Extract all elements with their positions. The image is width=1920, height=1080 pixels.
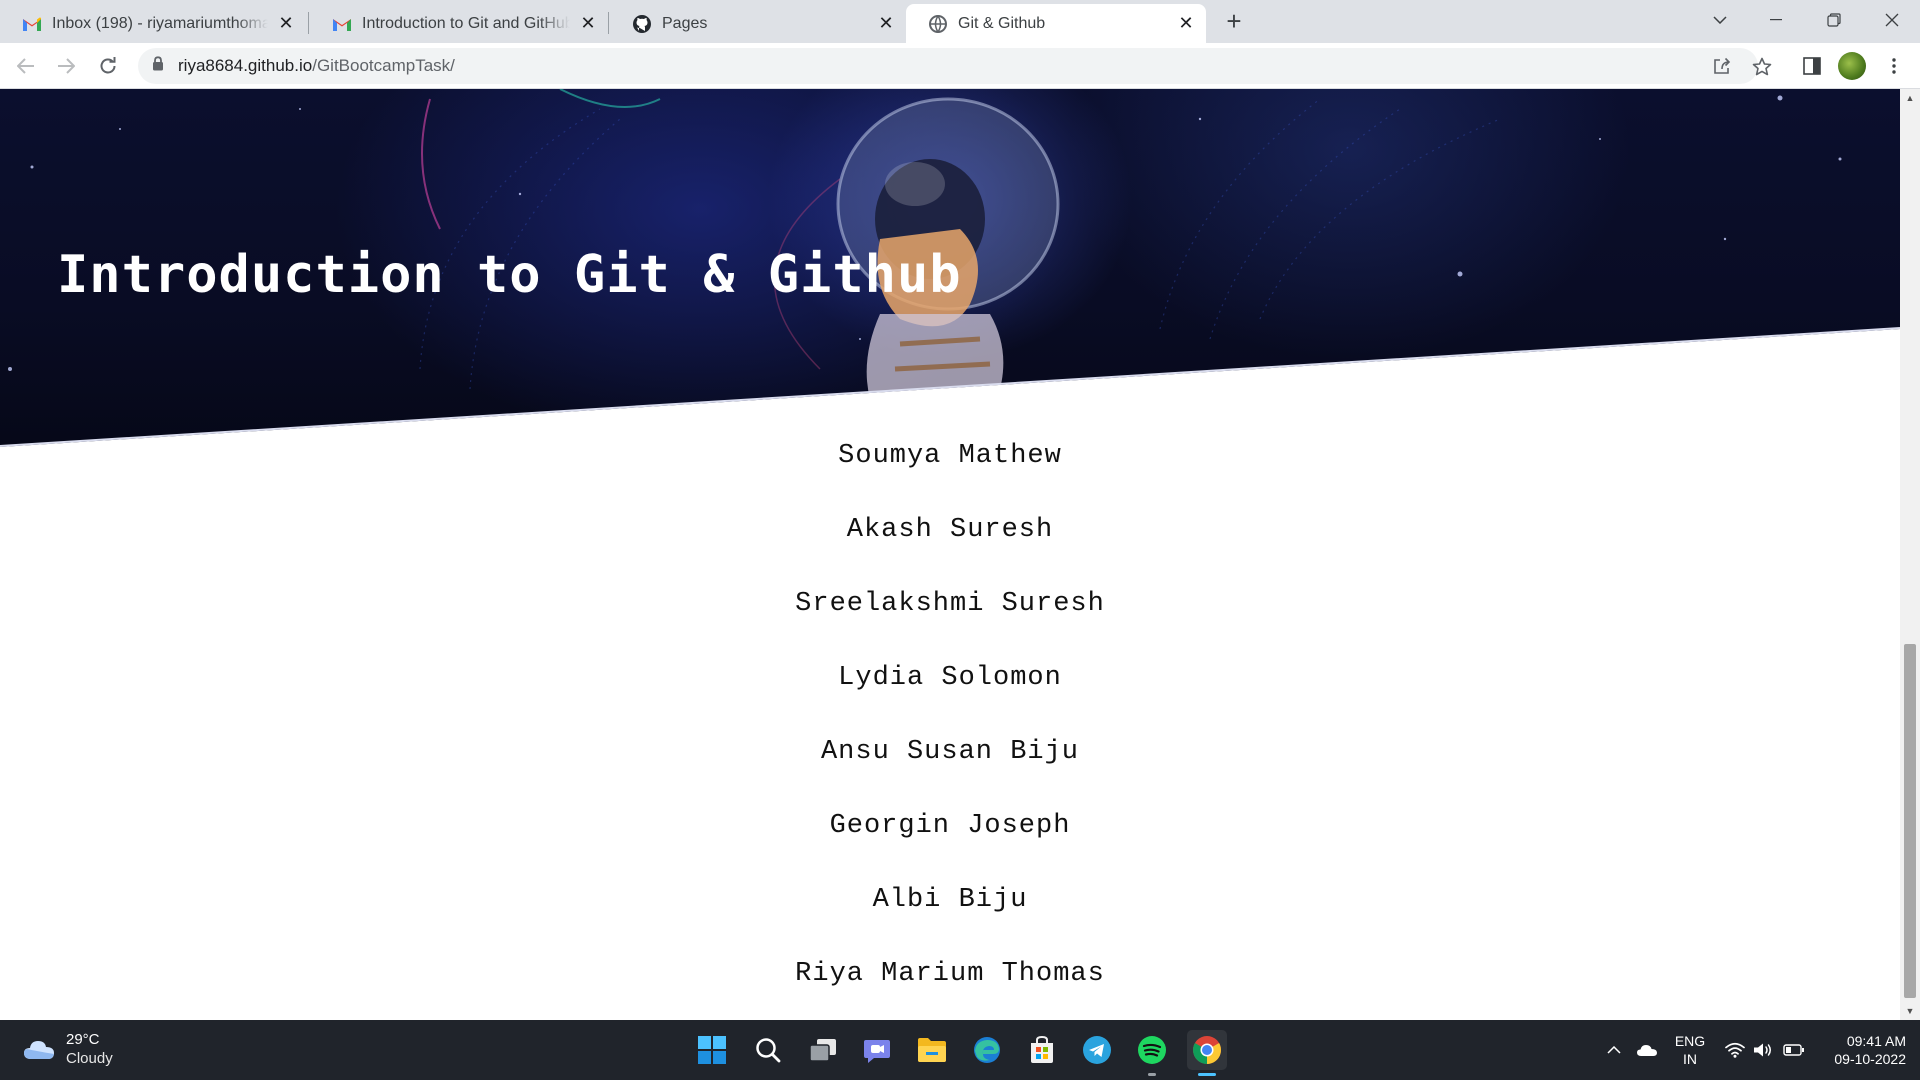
file-explorer-icon[interactable] xyxy=(912,1030,952,1070)
tab-title: Inbox (198) - riyamariumthomas@ xyxy=(52,14,268,32)
scrollbar-thumb[interactable] xyxy=(1904,644,1916,998)
onedrive-cloud-icon[interactable] xyxy=(1632,1020,1662,1080)
language-indicator[interactable]: ENG IN xyxy=(1670,1032,1710,1068)
battery-icon[interactable] xyxy=(1780,1020,1808,1080)
new-tab-button[interactable]: + xyxy=(1220,8,1248,36)
spotify-icon[interactable] xyxy=(1132,1030,1172,1076)
running-indicator xyxy=(1198,1073,1216,1076)
close-icon[interactable]: ✕ xyxy=(578,13,598,34)
start-button[interactable] xyxy=(692,1030,732,1070)
tab-introduction[interactable]: Introduction to Git and GitHub - ✕ xyxy=(310,4,608,43)
tab-title: Introduction to Git and GitHub - xyxy=(362,14,570,32)
volume-icon[interactable] xyxy=(1750,1020,1776,1080)
cloud-icon xyxy=(24,1041,54,1059)
restore-button[interactable] xyxy=(1806,0,1862,40)
chrome-icon[interactable] xyxy=(1187,1030,1227,1076)
lock-icon[interactable] xyxy=(152,56,164,76)
close-icon[interactable]: ✕ xyxy=(876,13,896,34)
weather-widget[interactable]: 29°C Cloudy xyxy=(22,1030,113,1068)
system-clock[interactable]: 09:41 AM 09-10-2022 xyxy=(1820,1032,1906,1068)
close-icon[interactable]: ✕ xyxy=(1176,13,1196,34)
bookmark-star-icon[interactable] xyxy=(1746,50,1778,82)
close-icon[interactable]: ✕ xyxy=(276,13,296,34)
tab-search-chevron-icon[interactable] xyxy=(1692,0,1748,40)
address-bar[interactable]: riya8684.github.io/GitBootcampTask/ xyxy=(138,48,1758,84)
list-item: Sreelakshmi Suresh xyxy=(795,589,1105,619)
page-viewport: Introduction to Git & Github Soumya Math… xyxy=(0,89,1900,1020)
search-icon[interactable] xyxy=(748,1030,788,1070)
clock-time: 09:41 AM xyxy=(1846,1033,1906,1049)
share-icon[interactable] xyxy=(1706,50,1738,82)
list-item: Ansu Susan Biju xyxy=(820,737,1080,767)
profile-avatar[interactable] xyxy=(1836,50,1868,82)
name-list: Soumya Mathew Akash Suresh Sreelakshmi S… xyxy=(0,419,1900,1011)
list-item: Soumya Mathew xyxy=(838,441,1062,471)
url-path: /GitBootcampTask/ xyxy=(312,56,455,75)
reload-icon[interactable] xyxy=(92,50,124,82)
menu-kebab-icon[interactable] xyxy=(1878,50,1910,82)
tab-separator xyxy=(608,12,609,34)
wifi-icon[interactable] xyxy=(1722,1020,1748,1080)
tab-title: Git & Github xyxy=(958,14,1046,32)
minimize-button[interactable] xyxy=(1748,0,1804,40)
tab-inbox[interactable]: Inbox (198) - riyamariumthomas@ ✕ xyxy=(0,4,306,43)
tab-git-github[interactable]: Git & Github ✕ xyxy=(906,4,1206,43)
tab-title: Pages xyxy=(662,14,708,32)
list-item: Albi Biju xyxy=(872,885,1028,915)
forward-arrow-icon[interactable] xyxy=(50,50,82,82)
list-item: Riya Marium Thomas xyxy=(795,959,1105,989)
tab-pages[interactable]: Pages ✕ xyxy=(610,4,906,43)
telegram-icon[interactable] xyxy=(1077,1030,1117,1070)
region-code: IN xyxy=(1683,1051,1697,1067)
list-item: Lydia Solomon xyxy=(838,663,1062,693)
url-host: riya8684.github.io xyxy=(178,56,313,75)
github-icon xyxy=(632,14,652,34)
close-window-button[interactable] xyxy=(1864,0,1920,40)
gmail-icon xyxy=(332,14,352,34)
running-indicator xyxy=(1148,1073,1156,1076)
scroll-down-arrow-icon[interactable]: ▼ xyxy=(1900,1002,1920,1020)
edge-icon[interactable] xyxy=(967,1030,1007,1070)
scroll-up-arrow-icon[interactable]: ▲ xyxy=(1900,89,1920,107)
list-item: Akash Suresh xyxy=(846,515,1054,545)
hero-divider xyxy=(0,327,1900,447)
back-arrow-icon[interactable] xyxy=(10,50,42,82)
task-view-icon[interactable] xyxy=(803,1030,843,1070)
teams-chat-icon[interactable] xyxy=(857,1030,897,1070)
tab-separator xyxy=(308,12,309,34)
show-hidden-icons-chevron-icon[interactable] xyxy=(1602,1020,1626,1080)
weather-condition: Cloudy xyxy=(66,1050,113,1067)
tab-strip: Inbox (198) - riyamariumthomas@ ✕ Introd… xyxy=(0,0,1920,43)
avatar xyxy=(1838,52,1866,80)
gmail-icon xyxy=(22,14,42,34)
windows-taskbar: 29°C Cloudy ENG IN 09:41 AM 09-10-2022 xyxy=(0,1020,1920,1080)
weather-temperature: 29°C xyxy=(66,1031,100,1048)
clock-date: 09-10-2022 xyxy=(1834,1051,1906,1067)
vertical-scrollbar[interactable]: ▲ ▼ xyxy=(1900,89,1920,1020)
globe-icon xyxy=(928,14,948,34)
browser-toolbar: riya8684.github.io/GitBootcampTask/ xyxy=(0,43,1920,89)
side-panel-icon[interactable] xyxy=(1796,50,1828,82)
microsoft-store-icon[interactable] xyxy=(1022,1030,1062,1070)
list-item: Georgin Joseph xyxy=(829,811,1071,841)
language-code: ENG xyxy=(1674,1033,1706,1049)
